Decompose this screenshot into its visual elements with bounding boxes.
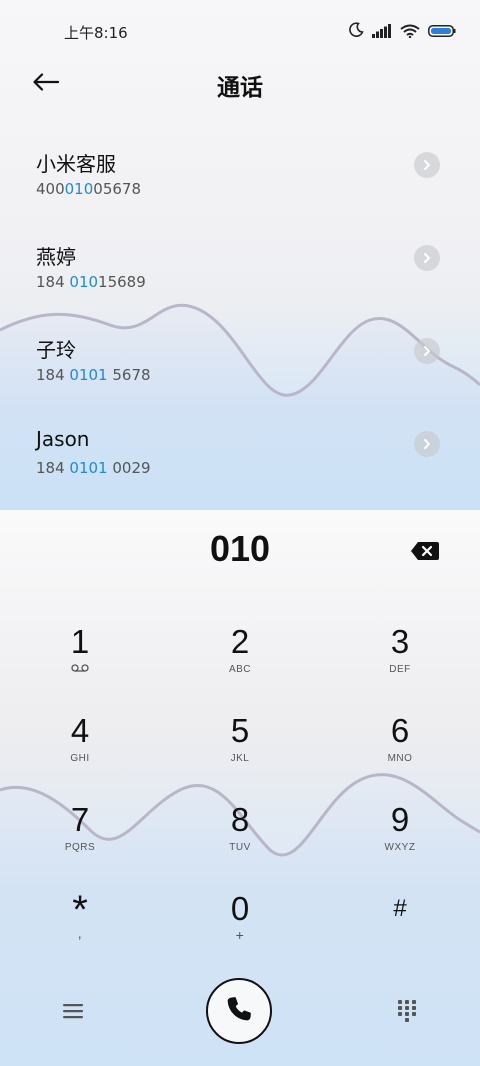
key-1[interactable]: 1 [20, 624, 140, 704]
chevron-right-icon[interactable] [414, 431, 440, 457]
menu-button[interactable] [58, 996, 88, 1026]
key-hash[interactable]: # [340, 891, 460, 971]
backspace-button[interactable] [410, 541, 440, 563]
contact-number: 184 0101 5678 [36, 366, 151, 384]
key-7[interactable]: 7 PQRS [20, 802, 140, 882]
dialed-number: 010 [209, 528, 271, 569]
backspace-icon [411, 542, 439, 560]
contact-name: Jason [36, 427, 90, 451]
wifi-icon [400, 23, 420, 42]
status-icons [348, 22, 456, 42]
key-3[interactable]: 3 DEF [340, 624, 460, 704]
page-title: 通话 [217, 75, 263, 101]
menu-icon [63, 1004, 83, 1019]
chevron-right-icon[interactable] [414, 152, 440, 178]
contact-name: 燕婷 [36, 245, 76, 269]
key-9[interactable]: 9 WXYZ [340, 802, 460, 882]
call-button[interactable] [206, 978, 272, 1044]
contact-item[interactable]: Jason 184 0101 0029 [0, 427, 480, 513]
contact-number: 184 01015689 [36, 273, 146, 291]
signal-icon [372, 23, 392, 42]
chevron-right-icon[interactable] [414, 245, 440, 271]
voicemail-icon [20, 664, 140, 675]
dialpad-icon [398, 1000, 416, 1022]
chevron-right-icon[interactable] [414, 338, 440, 364]
key-star[interactable]: * , [20, 890, 140, 971]
key-4[interactable]: 4 GHI [20, 713, 140, 793]
contact-item[interactable]: 燕婷 184 01015689 [0, 241, 480, 327]
key-0[interactable]: 0 + [180, 891, 300, 971]
contact-item[interactable]: 小米客服 40001005678 [0, 148, 480, 234]
key-5[interactable]: 5 JKL [180, 713, 300, 793]
key-8[interactable]: 8 TUV [180, 802, 300, 882]
contact-name: 小米客服 [36, 152, 116, 176]
key-6[interactable]: 6 MNO [340, 713, 460, 793]
status-bar: 上午8:16 [0, 0, 480, 62]
contact-name: 子玲 [36, 338, 76, 362]
contact-item[interactable]: 子玲 184 0101 5678 [0, 334, 480, 420]
dialpad-toggle-button[interactable] [392, 996, 422, 1026]
battery-icon [428, 23, 456, 42]
contact-number: 184 0101 0029 [36, 459, 151, 477]
key-2[interactable]: 2 ABC [180, 624, 300, 704]
moon-icon [348, 22, 364, 42]
phone-icon [227, 997, 251, 1021]
contact-number: 40001005678 [36, 180, 141, 198]
status-time: 上午8:16 [64, 24, 128, 42]
